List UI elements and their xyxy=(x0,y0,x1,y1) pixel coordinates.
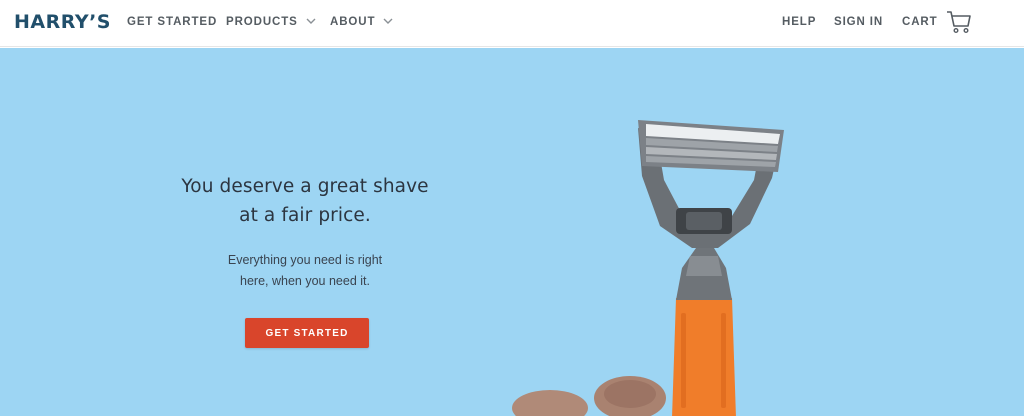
hero-banner: You deserve a great shave at a fair pric… xyxy=(0,48,1024,416)
nav-cart-label: CART xyxy=(902,16,938,28)
hero-headline-line2: at a fair price. xyxy=(239,205,371,226)
hero-headline: You deserve a great shave at a fair pric… xyxy=(170,172,440,230)
brand-logo[interactable]: HARRY’S xyxy=(14,11,111,33)
razor-image xyxy=(512,120,784,416)
nav-help-label: HELP xyxy=(782,16,817,28)
hero-subtext-line1: Everything you need is right xyxy=(227,253,383,267)
nav-products-label: PRODUCTS xyxy=(226,16,298,28)
chevron-down-icon xyxy=(306,16,316,28)
cart-icon[interactable] xyxy=(946,10,972,39)
nav-about[interactable]: ABOUT xyxy=(330,16,393,28)
nav-sign-in[interactable]: SIGN IN xyxy=(834,16,883,28)
hero-subtext: Everything you need is right here, when … xyxy=(195,250,415,292)
hero-headline-line1: You deserve a great shave xyxy=(181,176,429,197)
nav-about-label: ABOUT xyxy=(330,16,376,28)
nav-help[interactable]: HELP xyxy=(782,16,816,28)
nav-sign-in-label: SIGN IN xyxy=(834,16,884,28)
nav-products[interactable]: PRODUCTS xyxy=(226,16,316,28)
chevron-down-icon xyxy=(383,16,393,28)
top-navigation: HARRY’S GET STARTED PRODUCTS ABOUT HELP … xyxy=(0,0,1024,47)
nav-get-started-label: GET STARTED xyxy=(127,16,218,28)
get-started-button[interactable]: GET STARTED xyxy=(245,318,369,348)
nav-cart[interactable]: CART xyxy=(902,16,938,28)
nav-get-started[interactable]: GET STARTED xyxy=(127,16,217,28)
hero-subtext-line2: here, when you need it. xyxy=(240,274,370,288)
